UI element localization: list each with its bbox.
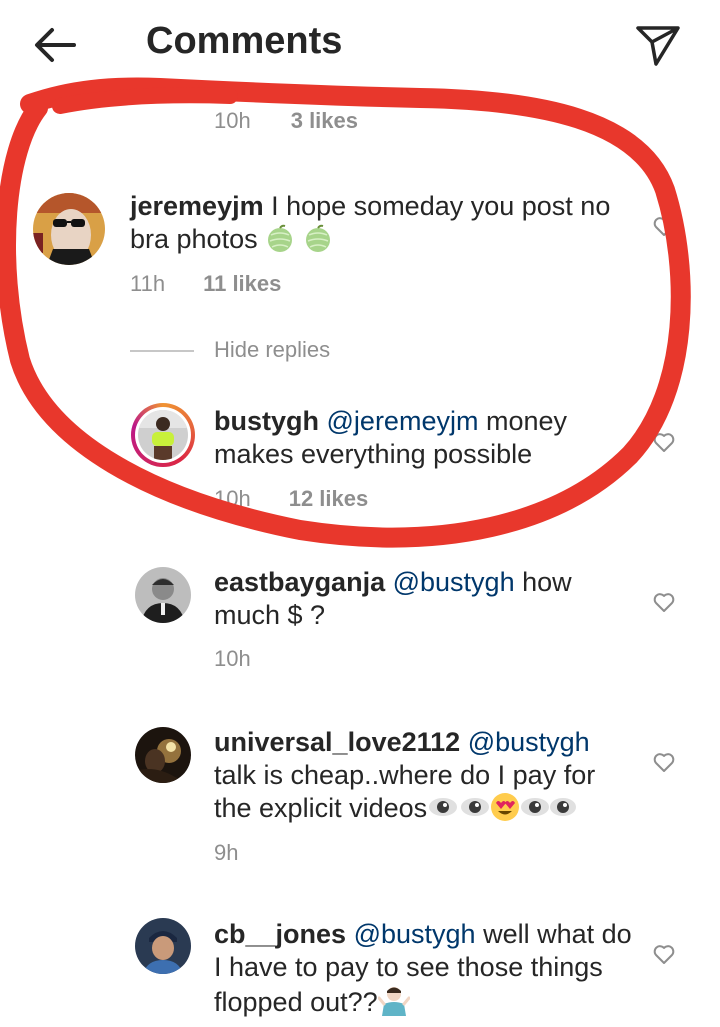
- mention-link[interactable]: @bustygh: [393, 567, 515, 597]
- comment-text: bustygh @jeremeyjm money makes everythin…: [214, 405, 634, 471]
- like-button[interactable]: [652, 942, 676, 966]
- avatar-image: [135, 567, 191, 623]
- avatar[interactable]: [33, 193, 105, 265]
- like-button[interactable]: [652, 214, 676, 238]
- avatar-image: [138, 410, 188, 460]
- person-shrugging-emoji: [377, 984, 411, 1024]
- like-button[interactable]: [652, 430, 676, 454]
- comment-username[interactable]: universal_love2112: [214, 727, 460, 757]
- top-bar: Comments: [0, 0, 720, 90]
- comment-meta: 10h 12 likes: [214, 486, 368, 512]
- comment-text: cb__jones @bustygh well what do I have t…: [214, 918, 634, 1024]
- comment-time: 10h: [214, 108, 251, 130]
- comment-meta: 10h: [214, 646, 251, 672]
- comment-time: 11h: [130, 271, 166, 296]
- arrow-left-icon: [35, 28, 76, 62]
- divider: [130, 350, 194, 352]
- avatar-image: [135, 918, 191, 974]
- avatar-image: [33, 193, 105, 265]
- heart-icon: [653, 945, 675, 964]
- avatar-image: [135, 727, 191, 783]
- comment-username[interactable]: bustygh: [214, 406, 319, 436]
- comment-meta: 9h: [214, 840, 238, 866]
- avatar[interactable]: [135, 727, 191, 783]
- heart-icon: [653, 593, 675, 612]
- melon-emoji: [265, 223, 333, 261]
- comment-username[interactable]: eastbayganja: [214, 567, 385, 597]
- likes-count[interactable]: 11 likes: [203, 271, 281, 296]
- mention-link[interactable]: @bustygh: [354, 919, 476, 949]
- paper-plane-icon: [636, 26, 680, 66]
- comment-username[interactable]: cb__jones: [214, 919, 346, 949]
- heart-icon: [653, 753, 675, 772]
- mention-link[interactable]: @jeremeyjm: [327, 406, 479, 436]
- comment-username[interactable]: jeremeyjm: [130, 191, 264, 221]
- comment-time: 10h: [214, 646, 251, 671]
- like-button[interactable]: [652, 750, 676, 774]
- comment-text: jeremeyjm I hope someday you post no bra…: [130, 190, 630, 261]
- share-button[interactable]: [632, 18, 684, 70]
- comment-meta: 11h 11 likes: [130, 271, 281, 297]
- page-title: Comments: [146, 20, 343, 62]
- mention-link[interactable]: @bustygh: [468, 727, 590, 757]
- comment-text: universal_love2112 @bustygh talk is chea…: [214, 726, 634, 830]
- comment-time: 9h: [214, 840, 239, 865]
- avatar[interactable]: [135, 567, 191, 623]
- heart-icon: [653, 433, 675, 452]
- likes-count[interactable]: 3 likes: [291, 108, 358, 130]
- like-button[interactable]: [652, 590, 676, 614]
- comment-text: eastbayganja @bustygh how much $ ?: [214, 566, 634, 632]
- comment-time: 10h: [214, 486, 251, 511]
- avatar-story-ring[interactable]: [131, 403, 195, 467]
- hide-replies-label: Hide replies: [214, 337, 331, 362]
- red-annotation-circle: [0, 77, 691, 548]
- likes-count[interactable]: 12 likes: [289, 486, 369, 511]
- heart-icon: [653, 217, 675, 236]
- eyes-heart-eyes-emoji: [427, 792, 579, 830]
- previous-comment-meta: 10h 3 likes: [214, 108, 358, 130]
- avatar[interactable]: [135, 918, 191, 974]
- back-button[interactable]: [28, 18, 82, 72]
